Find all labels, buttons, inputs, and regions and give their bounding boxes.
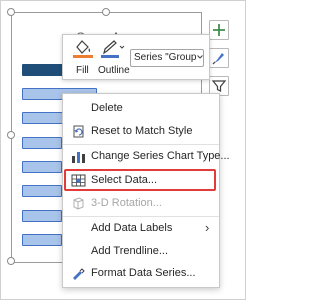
menu-item-change-chart-type[interactable]: Change Series Chart Type... [63,146,230,167]
menu-item-reset-style[interactable]: Reset to Match Style [63,121,219,142]
paintbrush-icon [212,53,224,65]
menu-item-delete[interactable]: Delete [63,98,219,119]
menu-item-format-data-series[interactable]: Format Data Series... [63,263,219,284]
fill-button[interactable]: Fill [70,38,96,78]
menu-item-label: 3-D Rotation... [91,197,162,209]
series-selector-dropdown[interactable]: Series "Group-A" [130,49,204,67]
menu-item-label: Reset to Match Style [91,125,193,137]
3d-rotation-icon [73,197,84,210]
bar[interactable] [22,210,62,222]
chevron-down-icon [197,55,203,59]
menu-item-add-data-labels[interactable]: Add Data Labels › [63,218,219,239]
resize-handle-bottom-left[interactable] [7,257,15,265]
outline-label: Outline [98,65,130,76]
menu-item-label: Delete [91,102,123,114]
chart-elements-button[interactable] [209,20,229,40]
menu-separator [63,216,219,217]
submenu-arrow-icon: › [205,220,210,235]
pen-outline-icon [101,40,125,58]
menu-item-label: Change Series Chart Type... [91,150,230,162]
reset-style-icon [73,125,84,138]
bar[interactable] [22,137,62,149]
menu-item-3d-rotation: 3-D Rotation... [63,193,219,214]
menu-item-label: Format Data Series... [91,267,196,279]
series-selector-arrow-bg [197,52,203,62]
outline-button[interactable]: Outline [97,38,130,78]
bar[interactable] [22,161,62,173]
chart-styles-button[interactable] [209,48,229,68]
series-selector-value: Series "Group-A" [134,52,204,63]
resize-handle-top-left[interactable] [7,8,15,16]
menu-item-label: Add Data Labels [91,222,173,234]
bar[interactable] [22,185,62,197]
format-series-icon [73,268,85,280]
paint-bucket-icon [73,40,93,58]
resize-handle-left[interactable] [7,131,15,139]
fill-label: Fill [76,65,89,76]
menu-separator [63,144,219,145]
bar[interactable] [22,234,62,246]
select-data-highlight [64,169,216,191]
menu-item-label: Add Trendline... [91,245,169,257]
chart-type-icon [72,152,85,163]
menu-item-add-trendline[interactable]: Add Trendline... [63,241,219,262]
resize-handle-top[interactable] [102,8,110,16]
plus-icon [213,24,225,36]
